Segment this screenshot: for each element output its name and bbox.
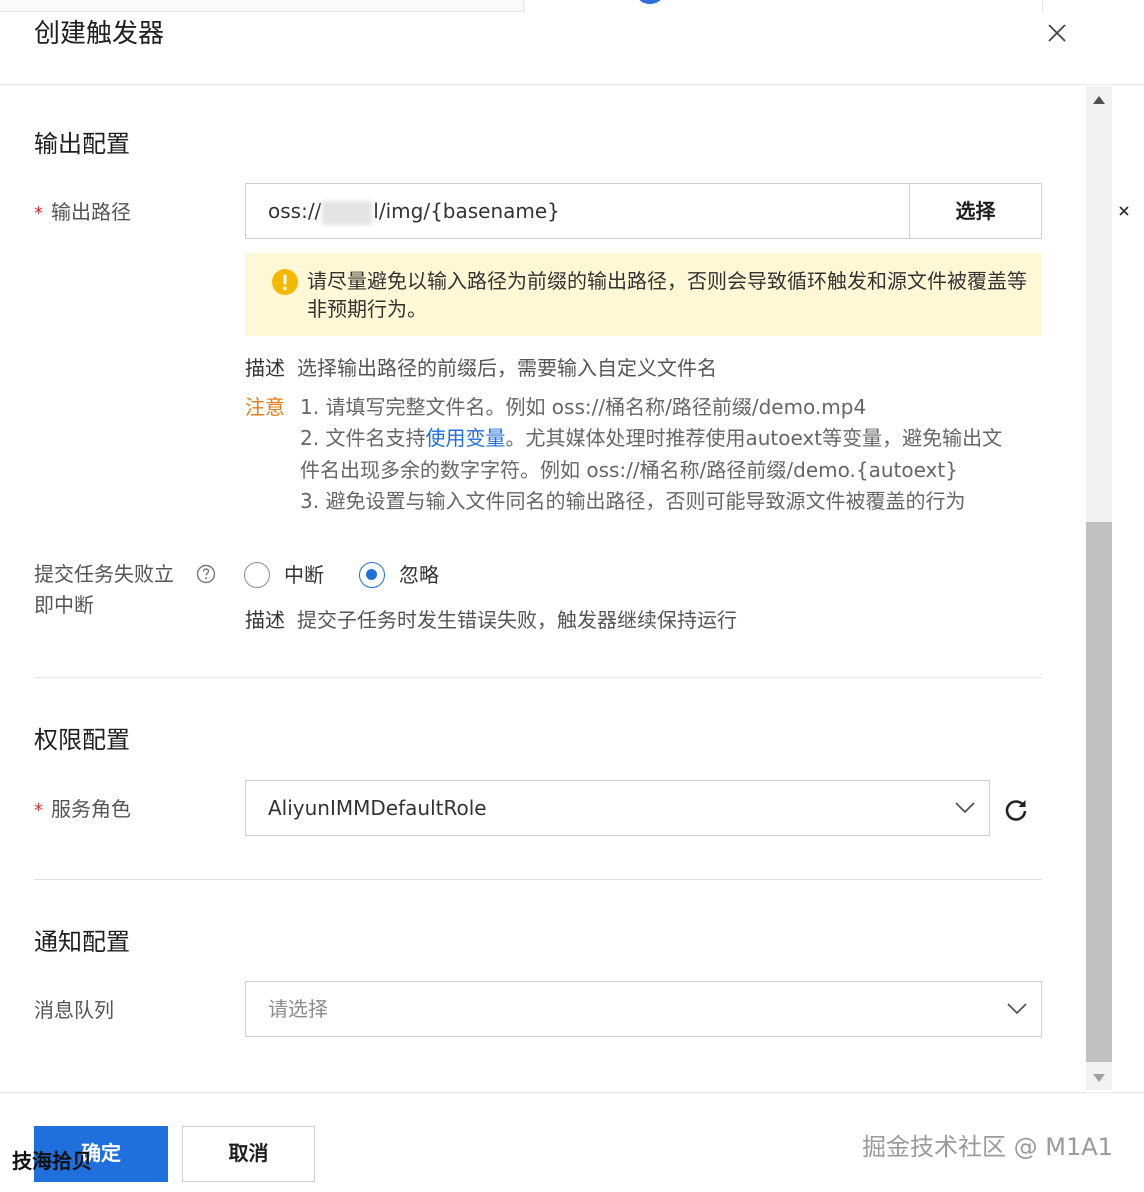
service-role-value: AliyunIMMDefaultRole <box>268 796 487 820</box>
radio-interrupt[interactable] <box>244 562 270 588</box>
header-divider <box>0 84 1144 85</box>
output-path-description: 描述 选择输出路径的前缀后，需要输入自定义文件名 <box>245 356 717 380</box>
scrollbar[interactable] <box>1086 86 1112 1090</box>
output-section-title: 输出配置 <box>34 130 130 158</box>
permission-section-title: 权限配置 <box>34 726 130 754</box>
warning-text: 请尽量避免以输入路径为前缀的输出路径，否则会导致循环触发和源文件被覆盖等非预期行… <box>307 269 1027 321</box>
redacted-bucket-name <box>322 200 373 225</box>
chevron-down-icon <box>955 802 975 814</box>
note-line-3: 3. 避免设置与输入文件同名的输出路径，否则可能导致源文件被覆盖的行为 <box>300 489 966 513</box>
note-label: 注意 <box>245 395 285 419</box>
choose-path-button[interactable]: 选择 <box>909 183 1042 239</box>
note-line-2-cont: 件名出现多余的数字字符。例如 oss://桶名称/路径前缀/demo.{auto… <box>300 458 958 482</box>
background-avatar <box>638 0 662 4</box>
help-icon[interactable] <box>196 564 216 584</box>
scroll-up-arrow-icon[interactable] <box>1093 96 1105 104</box>
output-path-input[interactable]: oss://l/img/{basename} <box>245 183 1129 239</box>
background-page-strip <box>0 0 1144 28</box>
required-mark: * <box>34 800 43 821</box>
fail-interrupt-label: 提交任务失败立 <box>34 562 174 586</box>
section-divider <box>34 879 1042 880</box>
scrollbar-thumb[interactable] <box>1086 522 1112 1062</box>
notify-section-title: 通知配置 <box>34 928 130 956</box>
fail-interrupt-label-2: 即中断 <box>34 593 94 617</box>
create-trigger-dialog: 创建触发器 输出配置 * 输出路径 oss://l/img/{basename} … <box>0 0 1144 1192</box>
message-queue-select[interactable]: 请选择 <box>245 981 1042 1037</box>
watermark-right: 掘金技术社区 @ M1A1 <box>862 1133 1113 1161</box>
output-path-value: oss://l/img/{basename} <box>268 199 560 225</box>
use-variables-link[interactable]: 使用变量 <box>425 426 505 450</box>
refresh-icon[interactable] <box>1003 797 1029 823</box>
message-queue-label: 消息队列 <box>34 998 114 1022</box>
close-icon[interactable] <box>1046 22 1068 44</box>
radio-interrupt-label[interactable]: 中断 <box>284 560 324 590</box>
warning-icon <box>272 269 298 295</box>
warning-alert: 请尽量避免以输入路径为前缀的输出路径，否则会导致循环触发和源文件被覆盖等非预期行… <box>245 253 1042 336</box>
background-divider <box>1042 0 1043 12</box>
clear-icon[interactable] <box>1114 201 1134 221</box>
footer-divider <box>0 1092 1144 1093</box>
note-line-2: 2. 文件名支持使用变量。尤其媒体处理时推荐使用autoext等变量，避免输出文 <box>300 426 1003 450</box>
message-queue-placeholder: 请选择 <box>268 997 328 1021</box>
output-path-label: * 输出路径 <box>34 200 131 224</box>
required-mark: * <box>34 203 43 224</box>
radio-ignore-label[interactable]: 忽略 <box>399 560 439 590</box>
chevron-down-icon <box>1007 1003 1027 1015</box>
service-role-select[interactable]: AliyunIMMDefaultRole <box>245 780 990 836</box>
watermark-left: 技海拾贝 <box>12 1149 92 1173</box>
dialog-title: 创建触发器 <box>34 19 165 48</box>
section-divider <box>34 677 1042 678</box>
cancel-button[interactable]: 取消 <box>182 1126 315 1182</box>
radio-ignore[interactable] <box>359 562 385 588</box>
service-role-label: * 服务角色 <box>34 797 131 821</box>
fail-setting-description: 描述 提交子任务时发生错误失败，触发器继续保持运行 <box>245 608 737 632</box>
note-line-1: 1. 请填写完整文件名。例如 oss://桶名称/路径前缀/demo.mp4 <box>300 395 867 419</box>
background-tab <box>0 0 524 12</box>
scroll-down-arrow-icon[interactable] <box>1093 1074 1105 1082</box>
